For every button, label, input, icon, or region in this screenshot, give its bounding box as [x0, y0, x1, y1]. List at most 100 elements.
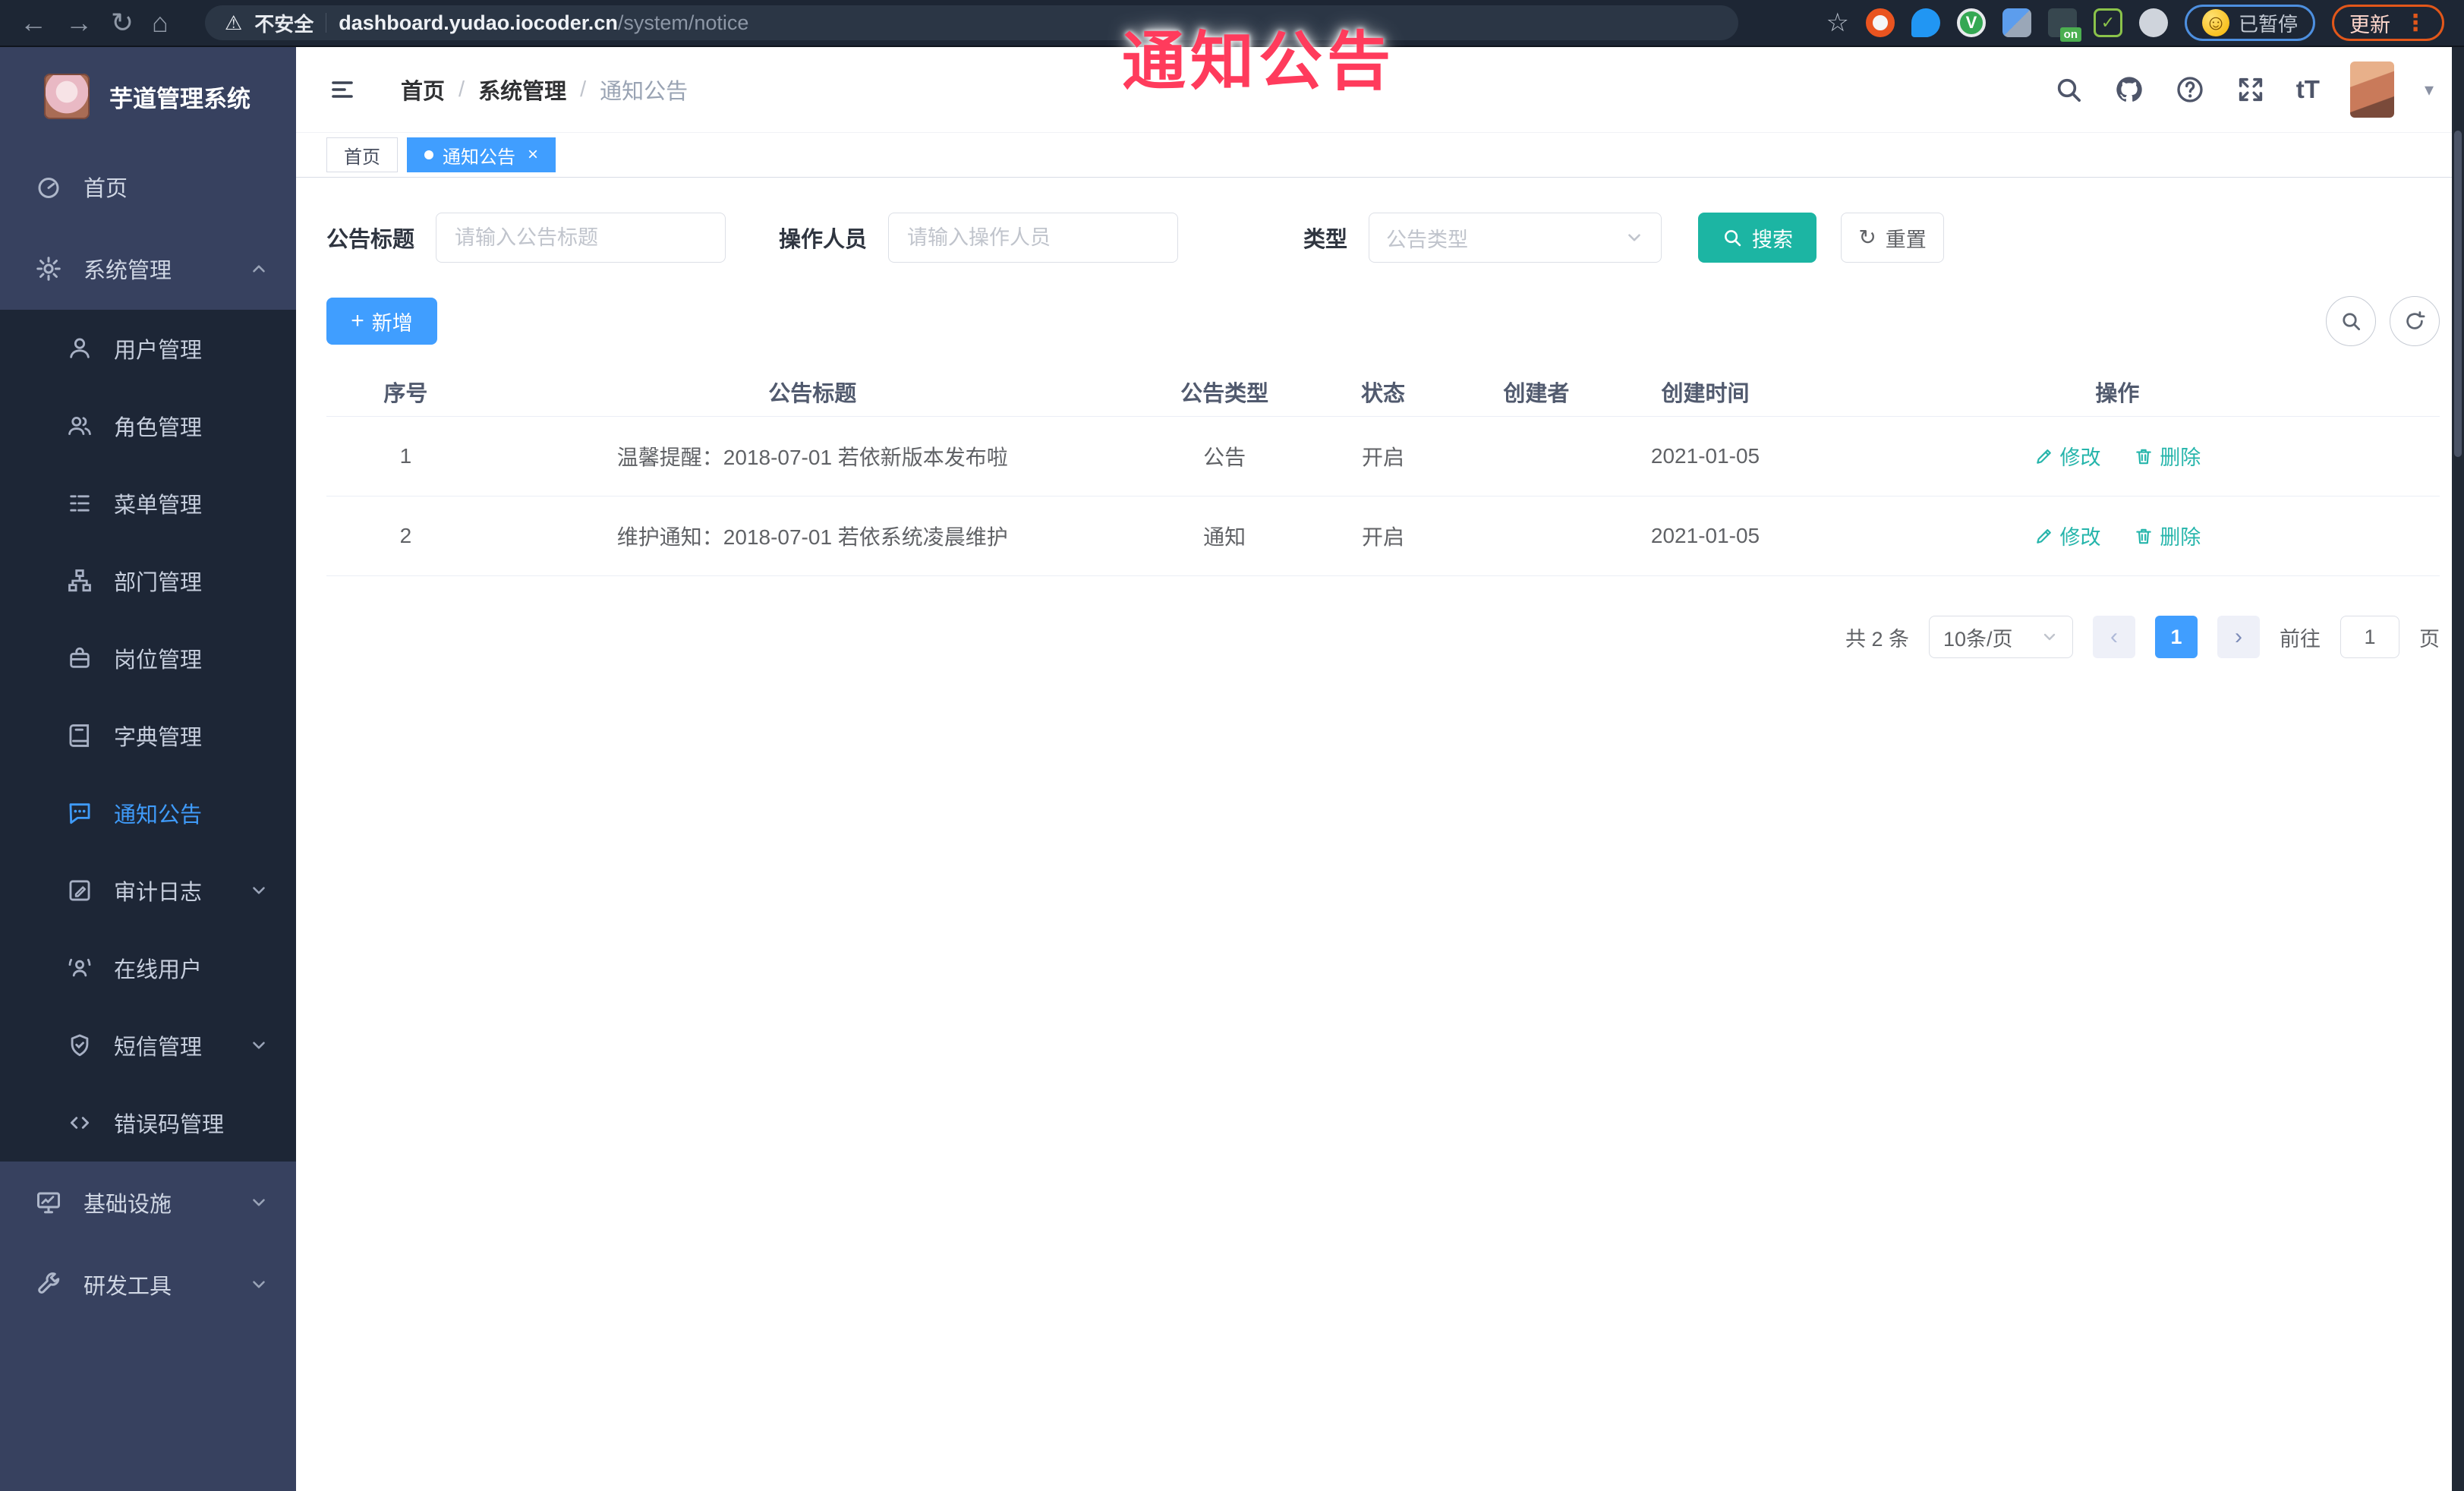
- cell-type: 公告: [1203, 446, 1246, 469]
- org-tree-icon: [67, 568, 93, 594]
- tabs-bar: 首页 通知公告 ×: [296, 133, 2464, 178]
- watermark-title: 通知公告: [1122, 26, 1396, 97]
- url-bar[interactable]: ⚠ 不安全 dashboard.yudao.iocoder.cn/system/…: [204, 5, 1738, 40]
- reset-button-label: 重置: [1885, 228, 1927, 251]
- sidebar-item-dev-tools[interactable]: 研发工具: [0, 1244, 296, 1326]
- prev-page-button[interactable]: ‹: [2093, 616, 2135, 658]
- home-icon[interactable]: ⌂: [152, 9, 169, 36]
- sidebar-item-online-users[interactable]: 在线用户: [0, 929, 296, 1007]
- sidebar-item-label: 岗位管理: [114, 648, 203, 673]
- refresh-icon: [2403, 310, 2426, 333]
- cell-created-at: 2021-01-05: [1650, 524, 1760, 547]
- delete-link[interactable]: 删除: [2134, 441, 2201, 471]
- page-size-select[interactable]: 10条/页: [1929, 616, 2073, 658]
- caret-down-icon[interactable]: ▾: [2425, 79, 2434, 101]
- sidebar-item-users[interactable]: 用户管理: [0, 310, 296, 387]
- page-scrollbar[interactable]: [2452, 47, 2464, 1491]
- title-filter-input[interactable]: [436, 213, 726, 263]
- reload-icon[interactable]: ↻: [111, 9, 134, 36]
- page-content: 公告标题 操作人员 类型 公告类型 搜索 ↻ 重置: [296, 213, 2464, 658]
- dark-extension-icon[interactable]: on: [2047, 8, 2081, 42]
- ubuntu-extension-icon[interactable]: [1865, 8, 1895, 37]
- kebab-menu-icon[interactable]: ⋮: [2404, 10, 2427, 36]
- sidebar-collapse-icon[interactable]: [326, 76, 358, 103]
- sidebar-item-roles[interactable]: 角色管理: [0, 387, 296, 465]
- delete-link[interactable]: 删除: [2134, 521, 2201, 550]
- current-page[interactable]: 1: [2155, 616, 2198, 658]
- menu-list-icon: [67, 490, 93, 516]
- type-filter-select[interactable]: 公告类型: [1369, 213, 1662, 263]
- cell-seq: 2: [399, 524, 412, 547]
- browser-update-button[interactable]: 更新 ⋮: [2332, 5, 2444, 41]
- edit-link[interactable]: 修改: [2034, 521, 2101, 550]
- location-pin-extension-icon[interactable]: [1911, 8, 1940, 37]
- user-icon: [67, 336, 93, 361]
- edit-link-label: 修改: [2059, 446, 2101, 470]
- sidebar-item-departments[interactable]: 部门管理: [0, 542, 296, 619]
- tab-notice[interactable]: 通知公告 ×: [407, 137, 556, 172]
- search-icon[interactable]: [2053, 74, 2084, 105]
- sidebar-item-home[interactable]: 首页: [0, 146, 296, 228]
- search-button[interactable]: 搜索: [1698, 213, 1817, 263]
- cell-actions: 修改 删除: [1795, 441, 2440, 471]
- sidebar: 芋道管理系统 首页 系统管理 用户管理 角色管理 菜单管理 部门管理 岗位管理 …: [0, 47, 296, 1491]
- sidebar-item-label: 角色管理: [114, 416, 203, 440]
- sidebar-item-system[interactable]: 系统管理: [0, 228, 296, 310]
- sidebar-logo[interactable]: 芋道管理系统: [0, 47, 296, 146]
- sidebar-item-sms[interactable]: 短信管理: [0, 1007, 296, 1084]
- breadcrumb-home[interactable]: 首页: [401, 74, 445, 106]
- breadcrumb-system[interactable]: 系统管理: [478, 74, 566, 106]
- github-icon[interactable]: [2114, 74, 2144, 105]
- green-v-extension-icon[interactable]: V: [1956, 8, 1986, 37]
- header-actions: tT ▾: [2053, 61, 2434, 118]
- sidebar-item-label: 短信管理: [114, 1036, 203, 1060]
- sidebar-item-notice[interactable]: 通知公告: [0, 774, 296, 852]
- font-size-icon[interactable]: tT: [2296, 75, 2320, 104]
- edit-square-icon: [67, 878, 93, 903]
- operator-filter-input[interactable]: [888, 213, 1179, 263]
- search-icon: [2340, 310, 2362, 333]
- forward-arrow-icon[interactable]: →: [65, 9, 93, 36]
- extensions-puzzle-icon[interactable]: [2138, 8, 2168, 37]
- gem-extension-icon[interactable]: [2002, 8, 2031, 37]
- sidebar-item-label: 通知公告: [114, 803, 203, 827]
- refresh-table-button[interactable]: [2390, 296, 2440, 346]
- reset-button[interactable]: ↻ 重置: [1841, 213, 1945, 263]
- sidebar-item-label: 基础设施: [83, 1193, 172, 1217]
- column-header: 公告标题: [768, 382, 857, 406]
- sidebar-item-infrastructure[interactable]: 基础设施: [0, 1162, 296, 1244]
- url-host: dashboard.yudao.iocoder.cn: [339, 11, 618, 34]
- back-arrow-icon[interactable]: ←: [20, 9, 47, 36]
- next-page-button[interactable]: ›: [2217, 616, 2260, 658]
- edit-link[interactable]: 修改: [2034, 441, 2101, 471]
- help-icon[interactable]: [2175, 74, 2205, 105]
- goto-page-input[interactable]: [2340, 616, 2399, 658]
- page-unit-label: 页: [2419, 627, 2440, 651]
- sidebar-item-label: 审计日志: [114, 881, 203, 905]
- sidebar-item-error-codes[interactable]: 错误码管理: [0, 1084, 296, 1162]
- close-icon[interactable]: ×: [528, 144, 538, 165]
- sidebar-item-posts[interactable]: 岗位管理: [0, 619, 296, 697]
- sidebar-item-label: 用户管理: [114, 339, 203, 363]
- system-submenu: 用户管理 角色管理 菜单管理 部门管理 岗位管理 字典管理 通知公告 审计日志 …: [0, 310, 296, 1162]
- chevron-down-icon: [249, 881, 269, 900]
- cell-status: 开启: [1361, 446, 1404, 469]
- sidebar-item-audit-log[interactable]: 审计日志: [0, 852, 296, 929]
- warning-icon: ⚠: [224, 11, 243, 34]
- scrollbar-thumb[interactable]: [2454, 131, 2462, 457]
- sidebar-item-menus[interactable]: 菜单管理: [0, 465, 296, 542]
- add-button[interactable]: + 新增: [326, 298, 437, 345]
- toggle-search-button[interactable]: [2326, 296, 2376, 346]
- sidebar-item-dict[interactable]: 字典管理: [0, 697, 296, 774]
- profile-chip[interactable]: ☺ 已暂停: [2184, 5, 2315, 41]
- user-avatar[interactable]: [2349, 61, 2394, 118]
- fullscreen-icon[interactable]: [2236, 74, 2266, 105]
- sprout-extension-icon[interactable]: ✓: [2093, 8, 2122, 37]
- column-header: 状态: [1360, 382, 1405, 406]
- tab-home[interactable]: 首页: [326, 137, 398, 172]
- page-size-value: 10条/页: [1943, 627, 2013, 651]
- tab-label: 通知公告: [443, 147, 515, 168]
- bookmark-star-icon[interactable]: ☆: [1826, 8, 1849, 38]
- sidebar-item-label: 菜单管理: [114, 493, 203, 518]
- cell-actions: 修改 删除: [1795, 521, 2440, 551]
